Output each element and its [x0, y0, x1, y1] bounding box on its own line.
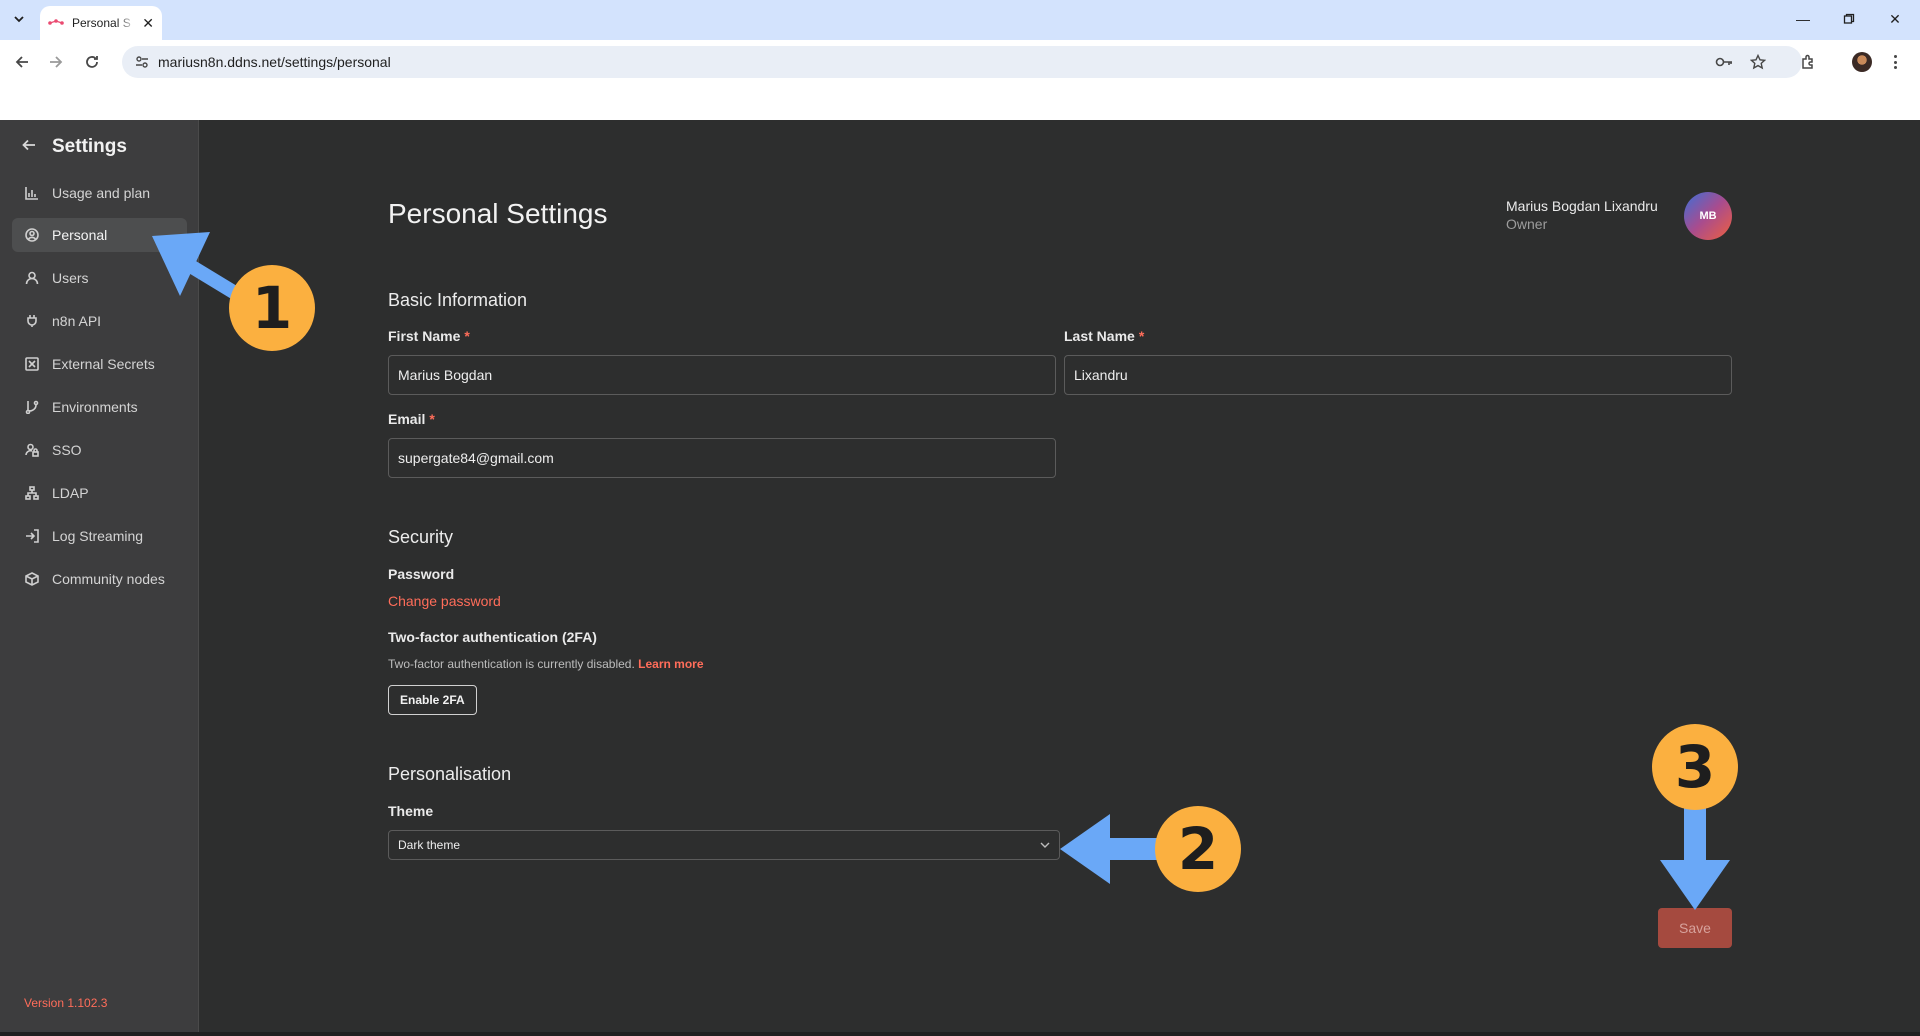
sidebar-item-label: Environments	[52, 399, 138, 415]
avatar: MB	[1684, 192, 1732, 240]
settings-sidebar: Settings Usage and plan Personal Users n…	[0, 120, 199, 1032]
sidebar-header: Settings	[22, 136, 127, 158]
vault-icon	[24, 356, 40, 372]
chevron-down-icon	[1040, 842, 1050, 848]
sidebar-item-label: Users	[52, 270, 89, 286]
theme-select-value: Dark theme	[398, 838, 461, 852]
sidebar-item-community-nodes[interactable]: Community nodes	[12, 562, 187, 596]
password-label: Password	[388, 566, 455, 582]
first-name-label: First Name *	[388, 328, 470, 344]
sidebar-item-external-secrets[interactable]: External Secrets	[12, 347, 187, 381]
sidebar-item-sso[interactable]: SSO	[12, 433, 187, 467]
profile-avatar[interactable]	[1852, 52, 1872, 72]
save-button[interactable]: Save	[1658, 908, 1732, 948]
twofa-status: Two-factor authentication is currently d…	[388, 657, 704, 671]
back-icon[interactable]	[10, 50, 34, 74]
browser-menu-icon[interactable]	[1890, 52, 1900, 72]
bookmark-star-icon[interactable]	[1748, 52, 1768, 72]
tab-title: Personal S	[72, 16, 131, 30]
password-key-icon[interactable]	[1714, 52, 1734, 72]
site-info-icon[interactable]	[132, 52, 152, 72]
last-name-field[interactable]: Lixandru	[1064, 355, 1732, 395]
user-lock-icon	[24, 442, 40, 458]
sidebar-item-log-streaming[interactable]: Log Streaming	[12, 519, 187, 553]
first-name-field[interactable]: Marius Bogdan	[388, 355, 1056, 395]
chevron-down-icon	[14, 16, 24, 23]
user-role: Owner	[1506, 216, 1548, 232]
theme-select[interactable]: Dark theme	[388, 830, 1060, 860]
extensions-icon[interactable]	[1796, 50, 1820, 74]
learn-more-link[interactable]: Learn more	[638, 657, 703, 671]
url-text: mariusn8n.ddns.net/settings/personal	[158, 54, 391, 70]
sidebar-item-personal[interactable]: Personal	[12, 218, 187, 252]
sidebar-item-usage-and-plan[interactable]: Usage and plan	[12, 176, 187, 210]
forward-icon[interactable]	[44, 50, 68, 74]
last-name-label: Last Name *	[1064, 328, 1145, 344]
basic-information-heading: Basic Information	[388, 290, 528, 310]
browser-toolbar: mariusn8n.ddns.net/settings/personal	[0, 40, 1920, 84]
restore-icon[interactable]	[1838, 8, 1860, 30]
back-arrow-icon[interactable]	[22, 138, 42, 157]
security-heading: Security	[388, 527, 454, 547]
change-password-link[interactable]: Change password	[388, 593, 501, 609]
page-title: Personal Settings	[388, 198, 608, 229]
sidebar-item-label: Usage and plan	[52, 185, 151, 201]
required-mark: *	[1138, 328, 1145, 344]
enable-2fa-button[interactable]: Enable 2FA	[388, 685, 477, 715]
sidebar-item-label: LDAP	[52, 485, 89, 501]
close-window-icon[interactable]: ✕	[1884, 8, 1906, 30]
twofa-label: Two-factor authentication (2FA)	[388, 629, 597, 645]
sidebar-item-label: External Secrets	[52, 356, 155, 372]
sidebar-item-environments[interactable]: Environments	[12, 390, 187, 424]
git-branch-icon	[24, 399, 40, 415]
tab-search-button[interactable]	[8, 8, 30, 30]
close-tab-icon[interactable]: ✕	[142, 15, 154, 32]
sidebar-item-ldap[interactable]: LDAP	[12, 476, 187, 510]
chart-bar-icon	[24, 185, 40, 201]
user-icon	[24, 270, 40, 286]
reload-icon[interactable]	[80, 50, 104, 74]
sidebar-item-label: Personal	[52, 227, 108, 243]
sidebar-item-n8n-api[interactable]: n8n API	[12, 304, 187, 338]
plug-icon	[24, 313, 40, 329]
sidebar-title: Settings	[52, 136, 127, 157]
browser-content-top-band	[0, 84, 1920, 120]
address-bar[interactable]: mariusn8n.ddns.net/settings/personal	[122, 46, 1802, 78]
browser-tab-bar: Personal S ✕ — ✕	[0, 0, 1920, 40]
minimize-icon[interactable]: —	[1792, 8, 1814, 30]
theme-label: Theme	[388, 803, 434, 819]
network-icon	[24, 485, 40, 501]
sign-in-icon	[24, 528, 40, 544]
required-mark: *	[464, 328, 470, 344]
user-circle-icon	[24, 227, 40, 243]
sidebar-item-label: SSO	[52, 442, 82, 458]
user-name: Marius Bogdan Lixandru	[1506, 198, 1658, 214]
main-content: Personal Settings Marius Bogdan Lixandru…	[200, 120, 1920, 1032]
n8n-favicon-icon	[48, 18, 64, 28]
browser-tab[interactable]: Personal S ✕	[40, 6, 162, 40]
personalisation-heading: Personalisation	[388, 764, 512, 784]
sidebar-item-label: n8n API	[52, 313, 102, 329]
sidebar-item-label: Community nodes	[52, 571, 165, 587]
email-label: Email *	[388, 411, 435, 427]
version-label: Version 1.102.3	[24, 996, 108, 1010]
sidebar-item-label: Log Streaming	[52, 528, 144, 544]
sidebar-item-users[interactable]: Users	[12, 261, 187, 295]
bottom-border	[0, 1032, 1920, 1036]
required-mark: *	[429, 411, 435, 427]
cube-icon	[24, 571, 40, 587]
email-field[interactable]: supergate84@gmail.com	[388, 438, 1056, 478]
